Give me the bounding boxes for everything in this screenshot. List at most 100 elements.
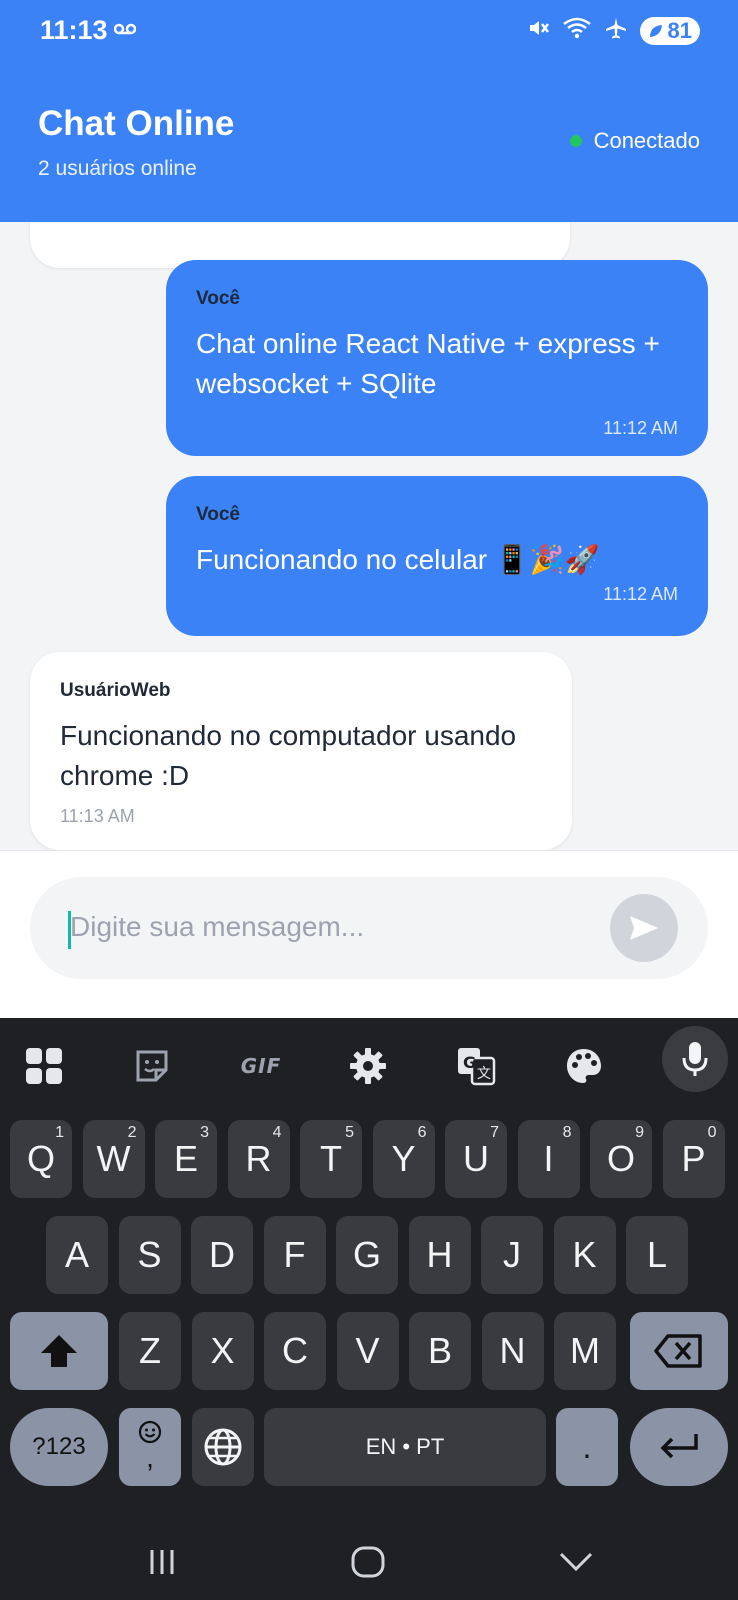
comma-label: ,	[146, 1442, 154, 1473]
key-u-label: U	[463, 1138, 489, 1179]
apps-grid-icon[interactable]	[20, 1042, 68, 1090]
airplane-icon	[604, 16, 628, 45]
message-bubble[interactable]: Você Funcionando no celular 📱🎉🚀 11:12 AM	[166, 476, 708, 636]
key-q-hint: 1	[55, 1124, 64, 1141]
message-bubble[interactable]: Você Chat online React Native + express …	[166, 260, 708, 456]
key-h-label: H	[426, 1234, 453, 1275]
key-t-hint: 5	[345, 1124, 354, 1141]
message-text: Chat online React Native + express + web…	[196, 328, 660, 399]
translate-icon[interactable]: G文	[452, 1042, 500, 1090]
message-input-placeholder: Digite sua mensagem...	[70, 911, 365, 942]
composer-bar: Digite sua mensagem...	[0, 850, 738, 1018]
key-a[interactable]: A	[46, 1216, 108, 1294]
key-o[interactable]: O9	[590, 1120, 652, 1198]
message-sender: Você	[196, 288, 241, 309]
key-b[interactable]: B	[409, 1312, 471, 1390]
key-k-label: K	[572, 1234, 597, 1275]
message-time: 11:12 AM	[603, 418, 678, 438]
key-i-label: I	[543, 1138, 554, 1179]
battery-indicator: 81	[639, 16, 700, 45]
key-e[interactable]: E3	[155, 1120, 217, 1198]
chat-title: Chat Online	[38, 104, 235, 143]
microphone-button[interactable]	[662, 1026, 728, 1092]
app-header: 11:13 81 Chat Online 2 usuários online C…	[0, 0, 738, 222]
key-r[interactable]: R4	[227, 1120, 290, 1198]
key-o-label: O	[606, 1138, 635, 1179]
key-l[interactable]: L	[626, 1216, 688, 1294]
key-y[interactable]: Y6	[372, 1120, 435, 1198]
key-y-label: Y	[391, 1138, 416, 1179]
microphone-icon	[682, 1042, 708, 1076]
key-m[interactable]: M	[554, 1312, 616, 1390]
key-f[interactable]: F	[263, 1216, 326, 1294]
key-e-hint: 3	[200, 1124, 209, 1141]
key-x[interactable]: X	[191, 1312, 254, 1390]
key-g[interactable]: G	[336, 1216, 398, 1294]
message-sender: UsuárioWeb	[60, 680, 171, 701]
key-t-label: T	[320, 1138, 342, 1179]
key-r-hint: 4	[272, 1124, 282, 1141]
period-key-label: .	[582, 1428, 592, 1465]
settings-gear-icon[interactable]	[344, 1042, 392, 1090]
key-t[interactable]: T5	[300, 1120, 362, 1198]
status-bar: 11:13 81	[0, 0, 738, 64]
language-globe-key[interactable]	[192, 1408, 254, 1486]
key-k[interactable]: K	[553, 1216, 616, 1294]
backspace-icon	[654, 1334, 702, 1368]
globe-icon	[204, 1428, 242, 1466]
home-icon[interactable]	[338, 1542, 398, 1582]
emoji-comma-key[interactable]: ,	[119, 1408, 181, 1486]
status-time: 11:13	[40, 15, 108, 45]
message-text: Funcionando no celular 📱🎉🚀	[196, 544, 600, 575]
space-bar[interactable]: EN • PT	[264, 1408, 546, 1486]
message-list[interactable]: Você Chat online React Native + express …	[0, 222, 738, 850]
key-n[interactable]: N	[481, 1312, 544, 1390]
key-q[interactable]: Q1	[10, 1120, 72, 1198]
sticker-icon[interactable]	[128, 1042, 176, 1090]
soft-keyboard: GIF G文 Q1W2E3R4T5Y6U7I8O9P0ASDFGHJKLZXCV…	[0, 1018, 738, 1600]
connection-label: Conectado	[593, 128, 700, 153]
key-j[interactable]: J	[481, 1216, 543, 1294]
key-x-label: X	[210, 1330, 235, 1371]
key-d[interactable]: D	[191, 1216, 253, 1294]
gif-button[interactable]: GIF	[232, 1042, 290, 1090]
key-v-label: V	[355, 1330, 380, 1371]
symbols-key-label: ?123	[32, 1433, 86, 1460]
period-key[interactable]: .	[556, 1408, 618, 1486]
key-n-label: N	[499, 1330, 526, 1371]
mute-icon	[526, 16, 550, 45]
key-v[interactable]: V	[336, 1312, 399, 1390]
message-time: 11:12 AM	[603, 584, 678, 604]
key-q-label: Q	[26, 1138, 55, 1179]
key-i[interactable]: I8	[517, 1120, 580, 1198]
symbols-key[interactable]: ?123	[10, 1408, 108, 1486]
key-w[interactable]: W2	[82, 1120, 145, 1198]
key-s[interactable]: S	[118, 1216, 181, 1294]
shift-key[interactable]	[10, 1312, 108, 1390]
enter-key[interactable]	[630, 1408, 728, 1486]
theme-palette-icon[interactable]	[560, 1042, 608, 1090]
key-h[interactable]: H	[408, 1216, 471, 1294]
backspace-key[interactable]	[630, 1312, 728, 1390]
online-users-count: 2 usuários online	[38, 157, 197, 180]
key-z[interactable]: Z	[119, 1312, 181, 1390]
send-button[interactable]	[610, 894, 678, 962]
recent-apps-icon[interactable]	[132, 1542, 192, 1582]
message-input[interactable]: Digite sua mensagem...	[30, 877, 708, 979]
key-c-label: C	[282, 1330, 308, 1371]
key-c[interactable]: C	[264, 1312, 326, 1390]
key-u[interactable]: U7	[445, 1120, 507, 1198]
key-g-label: G	[352, 1234, 381, 1275]
key-w-hint: 2	[127, 1124, 137, 1141]
shift-arrow-icon	[41, 1335, 77, 1367]
key-m-label: M	[570, 1330, 600, 1371]
key-p[interactable]: P0	[662, 1120, 725, 1198]
space-bar-label: EN • PT	[365, 1434, 445, 1459]
message-bubble[interactable]: UsuárioWeb Funcionando no computador usa…	[30, 652, 572, 850]
voicemail-icon	[113, 22, 137, 41]
battery-leaf-icon	[649, 24, 662, 37]
key-u-hint: 7	[490, 1124, 499, 1141]
key-z-label: Z	[139, 1330, 161, 1371]
key-i-hint: 8	[562, 1124, 572, 1141]
back-chevron-down-icon[interactable]	[546, 1542, 606, 1582]
